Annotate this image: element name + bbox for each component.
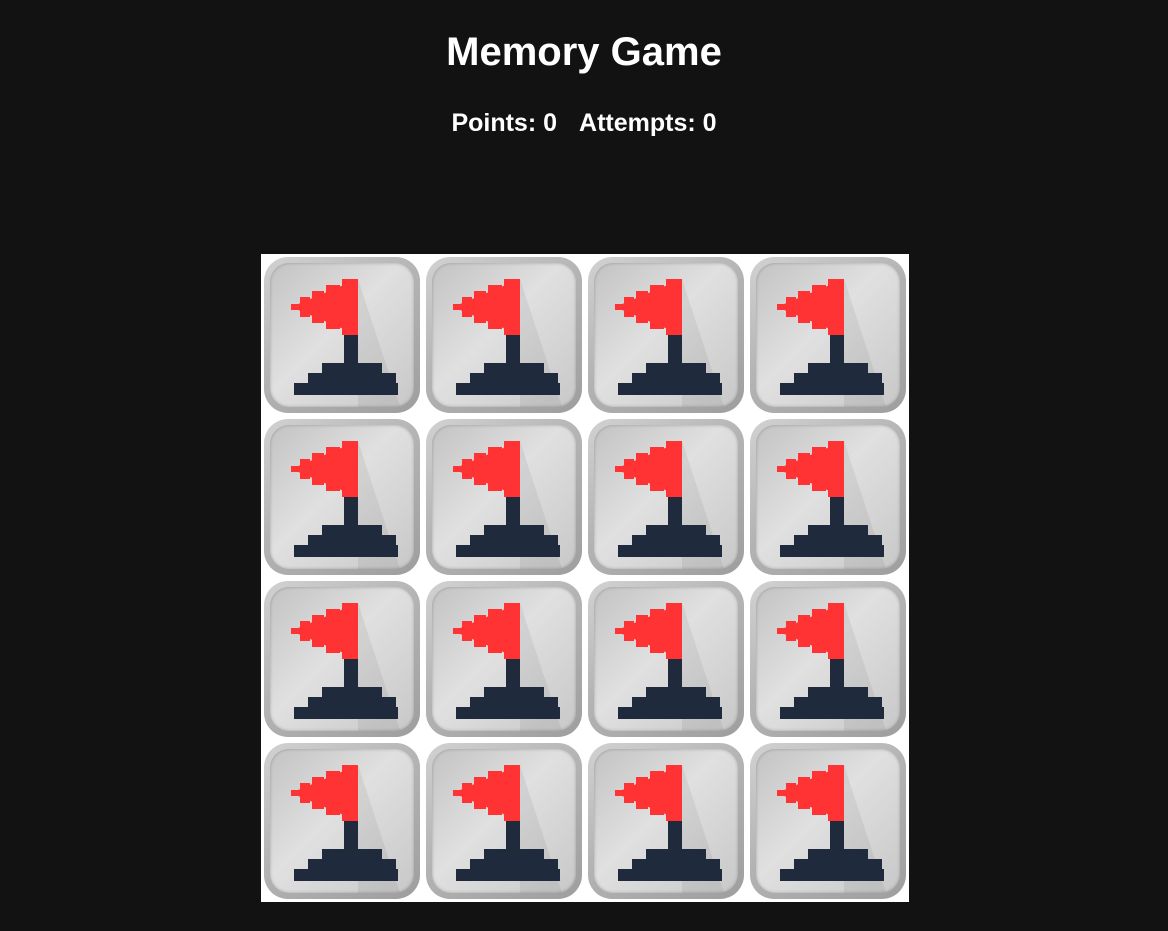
memory-card[interactable] xyxy=(264,257,420,413)
attempts-label: Attempts: xyxy=(579,109,696,137)
card-back xyxy=(270,587,414,731)
memory-card[interactable] xyxy=(750,743,906,899)
memory-card[interactable] xyxy=(426,257,582,413)
memory-card[interactable] xyxy=(588,257,744,413)
card-back xyxy=(594,749,738,893)
memory-card[interactable] xyxy=(264,581,420,737)
card-back xyxy=(270,263,414,407)
memory-card[interactable] xyxy=(426,743,582,899)
memory-card[interactable] xyxy=(264,419,420,575)
card-back xyxy=(270,749,414,893)
card-back xyxy=(594,263,738,407)
card-back xyxy=(594,587,738,731)
card-back xyxy=(756,749,900,893)
points-label: Points: xyxy=(451,109,537,137)
card-back xyxy=(432,425,576,569)
memory-card[interactable] xyxy=(588,419,744,575)
score-bar: Points: 0 Attempts: 0 xyxy=(0,108,1168,138)
memory-card[interactable] xyxy=(426,581,582,737)
page-title: Memory Game xyxy=(446,30,722,74)
attempts-value: 0 xyxy=(702,109,717,137)
card-back xyxy=(594,425,738,569)
points-value: 0 xyxy=(543,109,558,137)
game-board xyxy=(261,254,909,902)
memory-card[interactable] xyxy=(264,743,420,899)
card-back xyxy=(756,425,900,569)
card-back xyxy=(756,587,900,731)
memory-card[interactable] xyxy=(750,581,906,737)
memory-card[interactable] xyxy=(588,743,744,899)
card-back xyxy=(432,263,576,407)
memory-card[interactable] xyxy=(426,419,582,575)
card-back xyxy=(756,263,900,407)
card-back xyxy=(432,749,576,893)
memory-card[interactable] xyxy=(588,581,744,737)
memory-card[interactable] xyxy=(750,257,906,413)
card-back xyxy=(432,587,576,731)
card-back xyxy=(270,425,414,569)
memory-card[interactable] xyxy=(750,419,906,575)
